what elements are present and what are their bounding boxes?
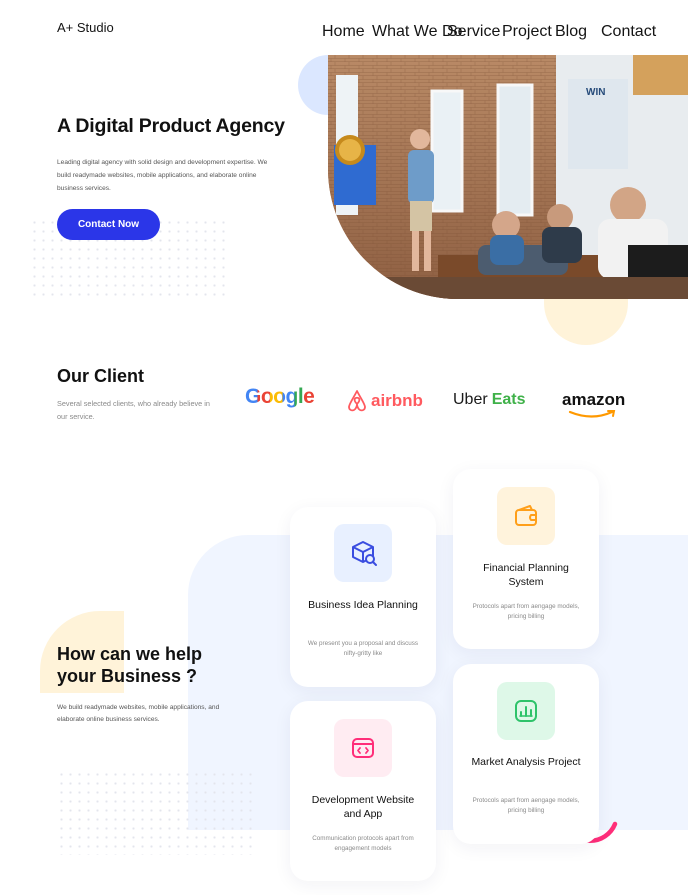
- svg-text:WIN: WIN: [586, 87, 605, 98]
- amazon-smile-icon: [568, 410, 616, 418]
- uber-eats-logo: Uber Eats: [453, 391, 525, 409]
- card-title: Market Analysis Project: [471, 756, 581, 768]
- card-description: Communication protocols apart from engag…: [312, 835, 414, 852]
- hero-description: Leading digital agency with solid design…: [57, 159, 268, 192]
- card-description: Protocols apart from aengage models, pri…: [472, 603, 580, 620]
- brand-name: A+ Studio: [57, 20, 114, 35]
- service-card-financial[interactable]: Financial Planning System Protocols apar…: [453, 469, 599, 649]
- amazon-logo: amazon: [562, 390, 626, 418]
- nav-home[interactable]: Home: [322, 23, 365, 41]
- service-card-business-idea[interactable]: Business Idea Planning We present you a …: [290, 507, 436, 687]
- card-title: Business Idea Planning: [308, 599, 418, 611]
- services-title: How can we help your Business ?: [57, 643, 202, 687]
- card-description: Protocols apart from aengage models, pri…: [472, 797, 580, 814]
- hero-title: A Digital Product Agency: [57, 115, 285, 137]
- card-description: We present you a proposal and discuss ni…: [307, 640, 419, 657]
- brand-logo[interactable]: A+ Studio: [57, 20, 114, 35]
- clients-description: Several selected clients, who already be…: [57, 399, 210, 421]
- card-title: Financial Planning System: [483, 562, 569, 588]
- amazon-logo-text: amazon: [562, 390, 626, 409]
- google-logo-text: Google: [245, 385, 315, 408]
- code-window-icon: [334, 719, 392, 777]
- airbnb-icon: [348, 390, 366, 412]
- service-card-development[interactable]: Development Website and App Communicatio…: [290, 701, 436, 881]
- eats-logo-text: Eats: [491, 391, 526, 408]
- nav-service[interactable]: Service: [447, 23, 500, 41]
- hero-image: WIN: [328, 55, 688, 299]
- google-logo: Google: [245, 385, 315, 409]
- services-title-line1: How can we help: [57, 644, 203, 664]
- service-card-market-analysis[interactable]: Market Analysis Project Protocols apart …: [453, 664, 599, 844]
- box-search-icon: [334, 524, 392, 582]
- clients-title: Our Client: [57, 366, 145, 386]
- nav-contact[interactable]: Contact: [601, 23, 656, 41]
- airbnb-logo: airbnb: [346, 389, 423, 413]
- uber-logo-text: Uber: [453, 391, 488, 408]
- card-title: Development Website and App: [311, 794, 415, 820]
- dot-pattern: [57, 770, 257, 855]
- contact-now-button[interactable]: Contact Now: [57, 209, 160, 240]
- airbnb-logo-text: airbnb: [371, 391, 423, 410]
- nav-project[interactable]: Project: [502, 23, 552, 41]
- wallet-icon: [497, 487, 555, 545]
- services-background: [188, 535, 688, 830]
- services-description: We build readymade websites, mobile appl…: [57, 704, 220, 723]
- nav-blog[interactable]: Blog: [555, 23, 587, 41]
- chart-icon: [497, 682, 555, 740]
- office-presentation-illustration: WIN: [328, 55, 688, 299]
- services-title-line2: your Business ?: [57, 666, 198, 686]
